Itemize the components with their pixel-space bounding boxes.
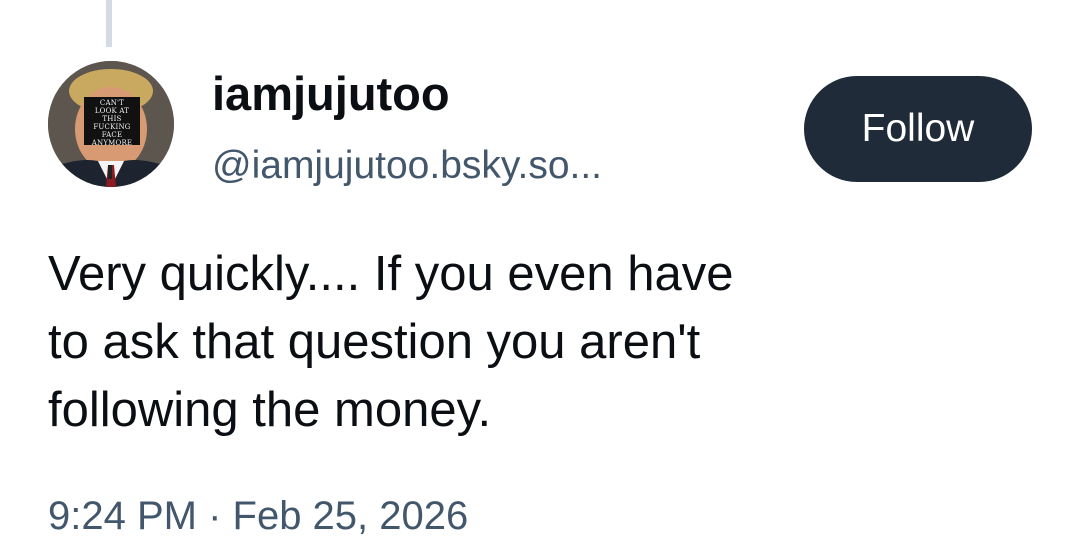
post-timestamp[interactable]: 9:24 PM · Feb 25, 2026 xyxy=(48,490,468,542)
author-display-name[interactable]: iamjujutoo xyxy=(212,66,450,122)
author-handle[interactable]: @iamjujutoo.bsky.so... xyxy=(212,142,602,190)
follow-button[interactable]: Follow xyxy=(804,76,1032,182)
thread-connector-line xyxy=(106,0,112,47)
avatar-caption-sign: CAN'T LOOK AT THIS FUCKING FACE ANYMORE xyxy=(84,97,140,147)
post-text: Very quickly.... If you even have to ask… xyxy=(48,247,734,437)
avatar[interactable]: CAN'T LOOK AT THIS FUCKING FACE ANYMORE xyxy=(48,61,174,187)
